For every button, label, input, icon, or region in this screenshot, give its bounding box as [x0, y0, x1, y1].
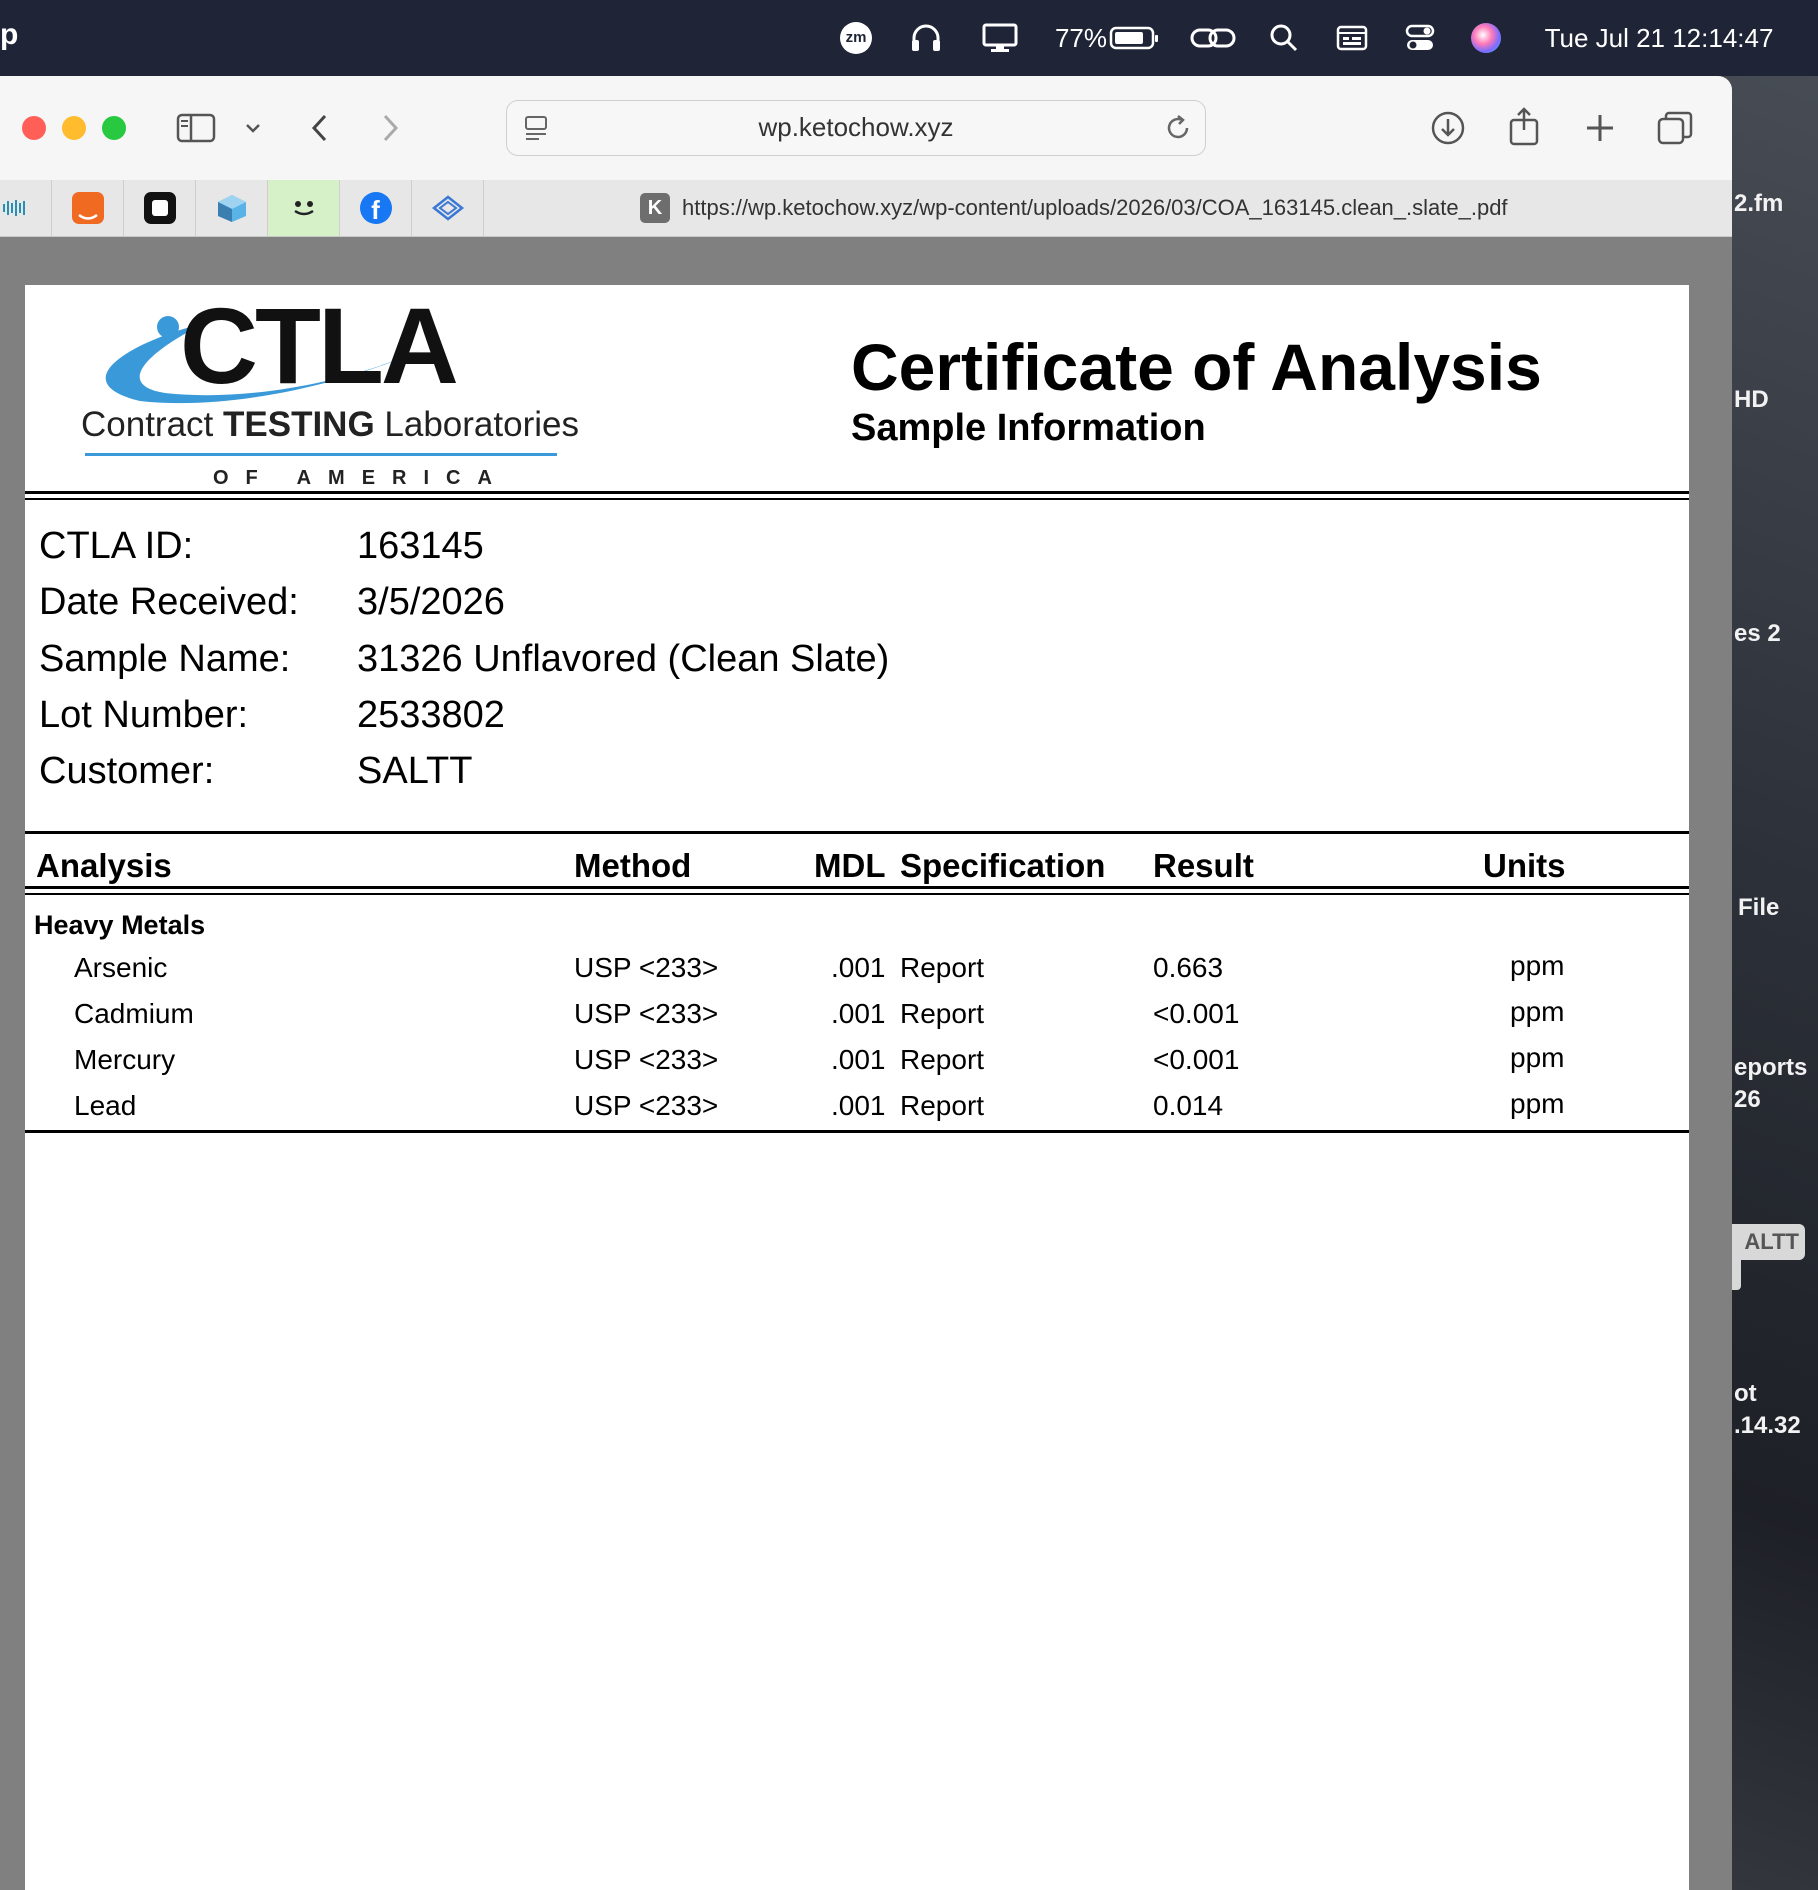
cell-mdl: .001 — [831, 998, 886, 1029]
header-rule — [25, 498, 1689, 500]
full-url-tab[interactable]: K https://wp.ketochow.xyz/wp-content/upl… — [640, 180, 1508, 236]
zoom-label: zm — [840, 22, 872, 54]
cell-method: USP <233> — [574, 952, 719, 983]
menu-clock[interactable]: Tue Jul 21 12:14:47 — [1530, 0, 1788, 76]
cell-result: 0.014 — [1153, 1090, 1224, 1121]
table-top-rule — [25, 831, 1689, 834]
cell-units: ppm — [1510, 950, 1565, 981]
table-bottom-rule — [25, 1130, 1689, 1133]
headphones-icon[interactable] — [908, 0, 944, 76]
cell-specification: Report — [900, 952, 985, 983]
sidebar-toggle-icon[interactable] — [174, 106, 218, 150]
battery-percent: 77% — [1054, 22, 1108, 53]
share-icon[interactable] — [1504, 104, 1544, 148]
zoom-icon[interactable]: zm — [838, 0, 874, 76]
search-icon[interactable] — [1266, 0, 1302, 76]
zoom-window-button[interactable] — [102, 116, 126, 140]
pdf-page: CTLA Contract TESTING Laboratories OF AM… — [25, 285, 1689, 1890]
col-header-result: Result — [1153, 847, 1254, 884]
desktop-file-label[interactable]: HD — [1734, 386, 1769, 414]
cell-analysis: Cadmium — [74, 998, 194, 1029]
cell-mdl: .001 — [831, 1044, 886, 1075]
logo-of-america: OF AMERICA — [213, 467, 509, 489]
cell-specification: Report — [900, 1044, 985, 1075]
table-header-rule — [25, 886, 1689, 889]
cell-units: ppm — [1510, 1088, 1565, 1119]
close-window-button[interactable] — [22, 116, 46, 140]
cell-mdl: .001 — [831, 1090, 886, 1121]
cell-result: <0.001 — [1153, 998, 1240, 1029]
cell-specification: Report — [900, 998, 985, 1029]
cell-units: ppm — [1510, 996, 1565, 1027]
cell-units: ppm — [1510, 1042, 1565, 1073]
notion-icon[interactable] — [124, 180, 196, 236]
col-header-method: Method — [574, 847, 692, 884]
favorites-bar: f K https://wp.ketochow.xyz/wp-content/u… — [0, 180, 1732, 237]
desktop-folder-badge[interactable]: ALTT — [1725, 1224, 1805, 1260]
col-header-specification: Specification — [900, 847, 1106, 884]
siri-icon[interactable] — [1468, 0, 1504, 76]
control-center-icon[interactable] — [1402, 0, 1438, 76]
site-badge-icon: K — [640, 193, 670, 223]
app-menu-fragment[interactable]: p — [0, 18, 18, 52]
back-icon[interactable] — [302, 108, 338, 148]
address-bar[interactable]: wp.ketochow.xyz — [506, 100, 1206, 156]
full-url-text: https://wp.ketochow.xyz/wp-content/uploa… — [682, 195, 1508, 220]
wave-icon[interactable] — [0, 180, 52, 236]
cell-method: USP <233> — [574, 998, 719, 1029]
desktop-file-label[interactable]: File — [1738, 894, 1779, 922]
cell-mdl: .001 — [831, 952, 886, 983]
diamond-icon[interactable] — [412, 180, 484, 236]
tab-overview-icon[interactable] — [1654, 108, 1696, 148]
table-row: Arsenic USP <233> .001 Report 0.663 ppm — [25, 950, 1689, 998]
desktop-file-label[interactable]: .14.32 — [1734, 1412, 1801, 1440]
col-header-mdl: MDL — [814, 847, 886, 884]
display-icon[interactable] — [980, 0, 1020, 76]
amazon-icon[interactable] — [52, 180, 124, 236]
downloads-icon[interactable] — [1428, 108, 1468, 148]
cell-analysis: Mercury — [74, 1044, 176, 1075]
cell-method: USP <233> — [574, 1044, 719, 1075]
desktop-file-label[interactable]: 2.fm — [1734, 190, 1783, 218]
col-header-analysis: Analysis — [36, 847, 172, 884]
document-title: Certificate of Analysis — [851, 330, 1542, 404]
menu-bar: p zm 77% Tue Jul 21 12:14:47 — [0, 0, 1818, 76]
battery-icon[interactable] — [1108, 0, 1160, 76]
new-tab-icon[interactable] — [1580, 108, 1620, 148]
link-icon[interactable] — [1190, 0, 1236, 76]
desktop-file-label[interactable]: eports — [1734, 1054, 1807, 1082]
table-header-rule — [25, 893, 1689, 895]
desktop-file-label[interactable]: 26 — [1734, 1086, 1761, 1114]
cell-method: USP <233> — [574, 1090, 719, 1121]
cell-analysis: Arsenic — [74, 952, 168, 983]
table-row: Cadmium USP <233> .001 Report <0.001 ppm — [25, 996, 1689, 1044]
ctla-logo: CTLA Contract TESTING Laboratories OF AM… — [55, 285, 579, 493]
chevron-down-icon[interactable] — [240, 114, 266, 142]
browser-toolbar: wp.ketochow.xyz — [0, 76, 1732, 180]
facebook-icon[interactable]: f — [340, 180, 412, 236]
cell-analysis: Lead — [74, 1090, 137, 1121]
face-icon[interactable] — [268, 180, 340, 236]
cube-icon[interactable] — [196, 180, 268, 236]
col-header-units: Units — [1483, 847, 1566, 884]
section-heavy-metals: Heavy Metals — [34, 910, 206, 940]
logo-subtitle: Contract TESTING Laboratories — [81, 405, 579, 444]
logo-wordmark: CTLA — [180, 285, 459, 406]
url-text: wp.ketochow.xyz — [758, 112, 954, 142]
browser-window: wp.ketochow.xyz f K https://wp.ketochow.… — [0, 76, 1732, 1890]
cell-result: <0.001 — [1153, 1044, 1240, 1075]
forward-icon[interactable] — [372, 108, 408, 148]
keyboard-window-icon[interactable] — [1334, 0, 1370, 76]
reload-icon[interactable] — [1163, 113, 1193, 148]
header-rule — [25, 491, 1689, 494]
table-row: Mercury USP <233> .001 Report <0.001 ppm — [25, 1042, 1689, 1090]
document-subtitle: Sample Information — [851, 407, 1206, 449]
cell-result: 0.663 — [1153, 952, 1224, 983]
desktop-file-label[interactable]: ot — [1734, 1380, 1757, 1408]
desktop-file-label[interactable]: es 2 — [1734, 620, 1781, 648]
logo-rule — [85, 453, 557, 456]
minimize-window-button[interactable] — [62, 116, 86, 140]
cell-specification: Report — [900, 1090, 985, 1121]
